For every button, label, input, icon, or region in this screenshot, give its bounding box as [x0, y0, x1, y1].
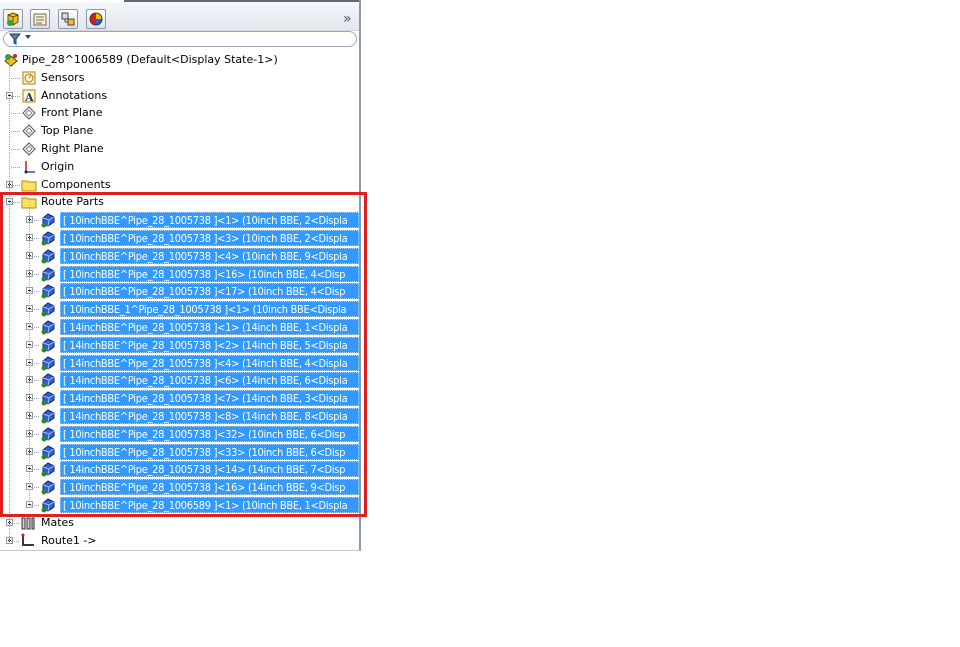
- tree-connector-line: [11, 166, 20, 168]
- sensor-icon: [22, 71, 36, 85]
- tree-connector-line: [11, 131, 20, 133]
- tree-item-label: Sensors: [41, 70, 85, 84]
- svg-text:A: A: [24, 91, 34, 104]
- tree-filter-input[interactable]: [3, 31, 357, 47]
- annotations-icon: A: [22, 89, 36, 104]
- tree-item-components[interactable]: Components: [0, 176, 359, 194]
- configuration-manager-icon: [61, 12, 75, 26]
- origin-icon: [24, 160, 35, 174]
- tree-item-label: Annotations: [41, 88, 108, 102]
- tree-item-label: Route1 ->: [41, 533, 97, 547]
- tree-connector-line: [11, 184, 20, 186]
- tree-item-label: Mates: [41, 515, 75, 529]
- tree-connector-line: [11, 95, 20, 97]
- property-manager-button[interactable]: [30, 9, 50, 29]
- tree-item-top-plane[interactable]: Top Plane: [0, 122, 359, 140]
- root: [4, 54, 18, 67]
- tree-item-origin[interactable]: Origin: [0, 158, 359, 176]
- plane-icon: [22, 124, 36, 138]
- plane-icon: [22, 106, 36, 121]
- tree-item-route1[interactable]: Route1 ->: [0, 532, 359, 550]
- configuration-manager-button[interactable]: [58, 9, 78, 29]
- tree-item-sensors[interactable]: Sensors: [0, 69, 359, 87]
- panel-overflow-chevron-icon[interactable]: »: [343, 10, 352, 28]
- tree-item-label: Components: [41, 177, 111, 191]
- property-manager-icon: [33, 13, 47, 26]
- tree-item-label: Pipe_28^1006589 (Default<Display State-1…: [22, 53, 278, 66]
- display-manager-icon: [89, 12, 103, 26]
- tree-item-label: Front Plane: [41, 106, 103, 120]
- tree-connector-line: [11, 540, 19, 542]
- feature-manager-tree-icon: [7, 12, 19, 26]
- tree-item-label: Top Plane: [41, 124, 94, 138]
- filter-dropdown-caret-icon[interactable]: [25, 35, 31, 39]
- manager-toolbar: »: [0, 2, 359, 31]
- tree-connector-line: [11, 522, 19, 524]
- tree-item-front-plane[interactable]: Front Plane: [0, 104, 359, 122]
- route-parts-highlight-box: [0, 192, 367, 517]
- tree-item-label: Right Plane: [41, 142, 104, 155]
- tree-connector-line: [11, 77, 20, 79]
- tree-item-label: Origin: [41, 159, 75, 173]
- tree-item-right-plane[interactable]: Right Plane: [0, 140, 359, 158]
- tree-root[interactable]: Pipe_28^1006589 (Default<Display State-1…: [0, 51, 359, 69]
- tree-connector-line: [11, 149, 20, 150]
- tree-connector-line: [11, 113, 20, 115]
- feature-manager-tree-button[interactable]: [3, 9, 23, 29]
- folder-icon: [21, 180, 37, 192]
- tree-item-annotations[interactable]: A Annotations: [0, 87, 359, 105]
- route-icon: [21, 533, 34, 546]
- display-manager-button[interactable]: [86, 9, 106, 29]
- funnel-icon[interactable]: [9, 33, 21, 45]
- mates-icon: [21, 517, 35, 530]
- plane-icon: [22, 142, 36, 156]
